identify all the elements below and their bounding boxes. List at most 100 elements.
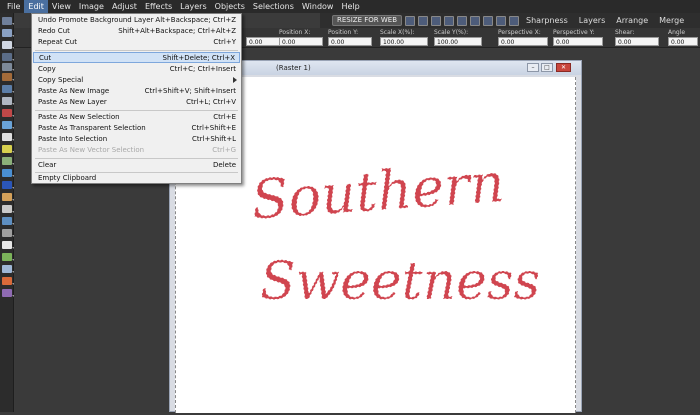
position-x-label: Position X: <box>279 29 311 36</box>
pick-tool-icon[interactable] <box>2 41 14 49</box>
dropdown-arrow-icon[interactable] <box>405 15 416 26</box>
menu-item-paste-new-image[interactable]: Paste As New Image Ctrl+Shift+V; Shift+I… <box>33 86 240 97</box>
lighten-tool-icon[interactable] <box>2 169 14 177</box>
record-icon[interactable] <box>470 15 481 26</box>
dropper-tool-icon[interactable] <box>2 73 14 81</box>
preset-shape-icon[interactable] <box>2 253 14 261</box>
menu-window[interactable]: Window <box>298 0 338 13</box>
red-eye-tool-icon[interactable] <box>2 109 14 117</box>
layer-icon[interactable] <box>496 15 507 26</box>
warp-brush-icon[interactable] <box>2 277 14 285</box>
menu-adjust[interactable]: Adjust <box>108 0 141 13</box>
menu-help[interactable]: Help <box>337 0 363 13</box>
menu-item-copy[interactable]: Copy Ctrl+C; Ctrl+Insert <box>33 64 240 75</box>
submenu-arrow-icon <box>233 77 237 83</box>
menu-item-empty-clipboard[interactable]: Empty Clipboard <box>33 173 240 184</box>
tools-palette <box>0 13 14 412</box>
shear-input[interactable]: 0.00 <box>615 37 659 46</box>
maximize-icon[interactable]: □ <box>541 63 553 72</box>
menu-item-paste-new-layer[interactable]: Paste As New Layer Ctrl+L; Ctrl+V <box>33 97 240 108</box>
move-tool-icon[interactable] <box>2 53 14 61</box>
grid-icon[interactable] <box>444 15 455 26</box>
photo-icon[interactable] <box>509 15 520 26</box>
scale-x-label: Scale X(%): <box>380 29 415 36</box>
menu-selections[interactable]: Selections <box>249 0 298 13</box>
perspective-y-label: Perspective Y: <box>553 29 595 36</box>
menu-effects[interactable]: Effects <box>141 0 176 13</box>
save-icon[interactable] <box>431 15 442 26</box>
pan-tool-icon[interactable] <box>2 17 14 25</box>
menu-layers[interactable]: Layers <box>176 0 210 13</box>
text-tool-icon[interactable] <box>2 241 14 249</box>
menu-view[interactable]: View <box>48 0 75 13</box>
menu-item-paste-transparent-selection[interactable]: Paste As Transparent Selection Ctrl+Shif… <box>33 123 240 134</box>
perspective-x-label: Perspective X: <box>498 29 541 36</box>
menu-item-copy-special[interactable]: Copy Special <box>33 75 240 86</box>
perspective-y-input[interactable]: 0.00 <box>553 37 603 46</box>
brush-tool-icon[interactable] <box>2 193 14 201</box>
menu-separator <box>35 110 238 111</box>
zoom-tool-icon[interactable] <box>2 29 14 37</box>
scale-x-input[interactable]: 100.00 <box>380 37 428 46</box>
eraser-tool-icon[interactable] <box>2 205 14 213</box>
layers-menu[interactable]: Layers <box>575 16 609 25</box>
arrange-menu[interactable]: Arrange <box>612 16 652 25</box>
dodge-tool-icon[interactable] <box>2 145 14 153</box>
menu-item-redo[interactable]: Redo Cut Shift+Alt+Backspace; Ctrl+Alt+Z <box>33 26 240 37</box>
play-icon[interactable] <box>418 15 429 26</box>
fill-tool-icon[interactable] <box>2 217 14 225</box>
script-toolbar: RESIZE FOR WEB Sharpness Layers Arrange … <box>320 13 700 28</box>
shear-label: Shear: <box>615 29 635 36</box>
color-replacer-icon[interactable] <box>2 181 14 189</box>
scratch-remover-icon[interactable] <box>2 133 14 141</box>
mesh-warp-icon[interactable] <box>2 289 14 297</box>
straighten-tool-icon[interactable] <box>2 97 14 105</box>
menu-item-undo[interactable]: Undo Promote Background Layer Alt+Backsp… <box>33 15 240 26</box>
menu-separator <box>35 50 238 51</box>
stop-icon[interactable] <box>457 15 468 26</box>
position-y-option: Position Y: 0.00 <box>328 29 372 46</box>
position-x-option: Position X: 0.00 <box>279 29 323 46</box>
menu-item-cut[interactable]: Cut Shift+Delete; Ctrl+X <box>33 52 240 63</box>
perspective-y-option: Perspective Y: 0.00 <box>553 29 603 46</box>
menu-image[interactable]: Image <box>75 0 108 13</box>
position-y-input[interactable]: 0.00 <box>328 37 372 46</box>
menu-item-paste-vector-selection: Paste As New Vector Selection Ctrl+G <box>38 146 236 154</box>
menu-separator <box>35 158 238 159</box>
angle-label: Angle <box>668 29 686 36</box>
scale-y-option: Scale Y(%): 100.00 <box>434 29 482 46</box>
merge-menu[interactable]: Merge <box>655 16 688 25</box>
clone-tool-icon[interactable] <box>2 121 14 129</box>
position-y-label: Position Y: <box>328 29 359 36</box>
picture-tube-icon[interactable] <box>2 229 14 237</box>
crop-tool-icon[interactable] <box>2 85 14 93</box>
menu-edit[interactable]: Edit <box>24 0 48 13</box>
position-x-input[interactable]: 0.00 <box>279 37 323 46</box>
selection-tool-icon[interactable] <box>2 63 14 71</box>
minimize-icon[interactable]: – <box>527 63 539 72</box>
scale-x-option: Scale X(%): 100.00 <box>380 29 428 46</box>
close-icon[interactable]: ✕ <box>556 63 571 72</box>
smudge-tool-icon[interactable] <box>2 157 14 165</box>
preset-dropdown[interactable]: RESIZE FOR WEB <box>332 15 403 26</box>
scale-y-label: Scale Y(%): <box>434 29 469 36</box>
angle-input[interactable]: 0.00 <box>668 37 698 46</box>
menu-objects[interactable]: Objects <box>211 0 249 13</box>
menu-file[interactable]: File <box>3 0 24 13</box>
menu-item-clear[interactable]: Clear Delete <box>33 160 240 171</box>
angle-option: Angle 0.00 <box>668 29 698 46</box>
menu-item-paste-into-selection[interactable]: Paste Into Selection Ctrl+Shift+L <box>33 134 240 145</box>
menu-item-paste-new-selection[interactable]: Paste As New Selection Ctrl+E <box>33 112 240 123</box>
scale-y-input[interactable]: 100.00 <box>434 37 482 46</box>
perspective-x-input[interactable]: 0.00 <box>498 37 548 46</box>
pen-tool-icon[interactable] <box>2 265 14 273</box>
artwork-text-southern: Southern <box>249 151 506 232</box>
edit-menu-dropdown: Undo Promote Background Layer Alt+Backsp… <box>31 13 242 184</box>
menu-item-repeat[interactable]: Repeat Cut Ctrl+Y <box>33 37 240 48</box>
artwork-text-sweetness: Sweetness <box>260 252 540 312</box>
sharpness-menu[interactable]: Sharpness <box>522 16 572 25</box>
shear-option: Shear: 0.00 <box>615 29 659 46</box>
perspective-x-option: Perspective X: 0.00 <box>498 29 548 46</box>
pause-icon[interactable] <box>483 15 494 26</box>
menu-bar: File Edit View Image Adjust Effects Laye… <box>0 0 700 13</box>
